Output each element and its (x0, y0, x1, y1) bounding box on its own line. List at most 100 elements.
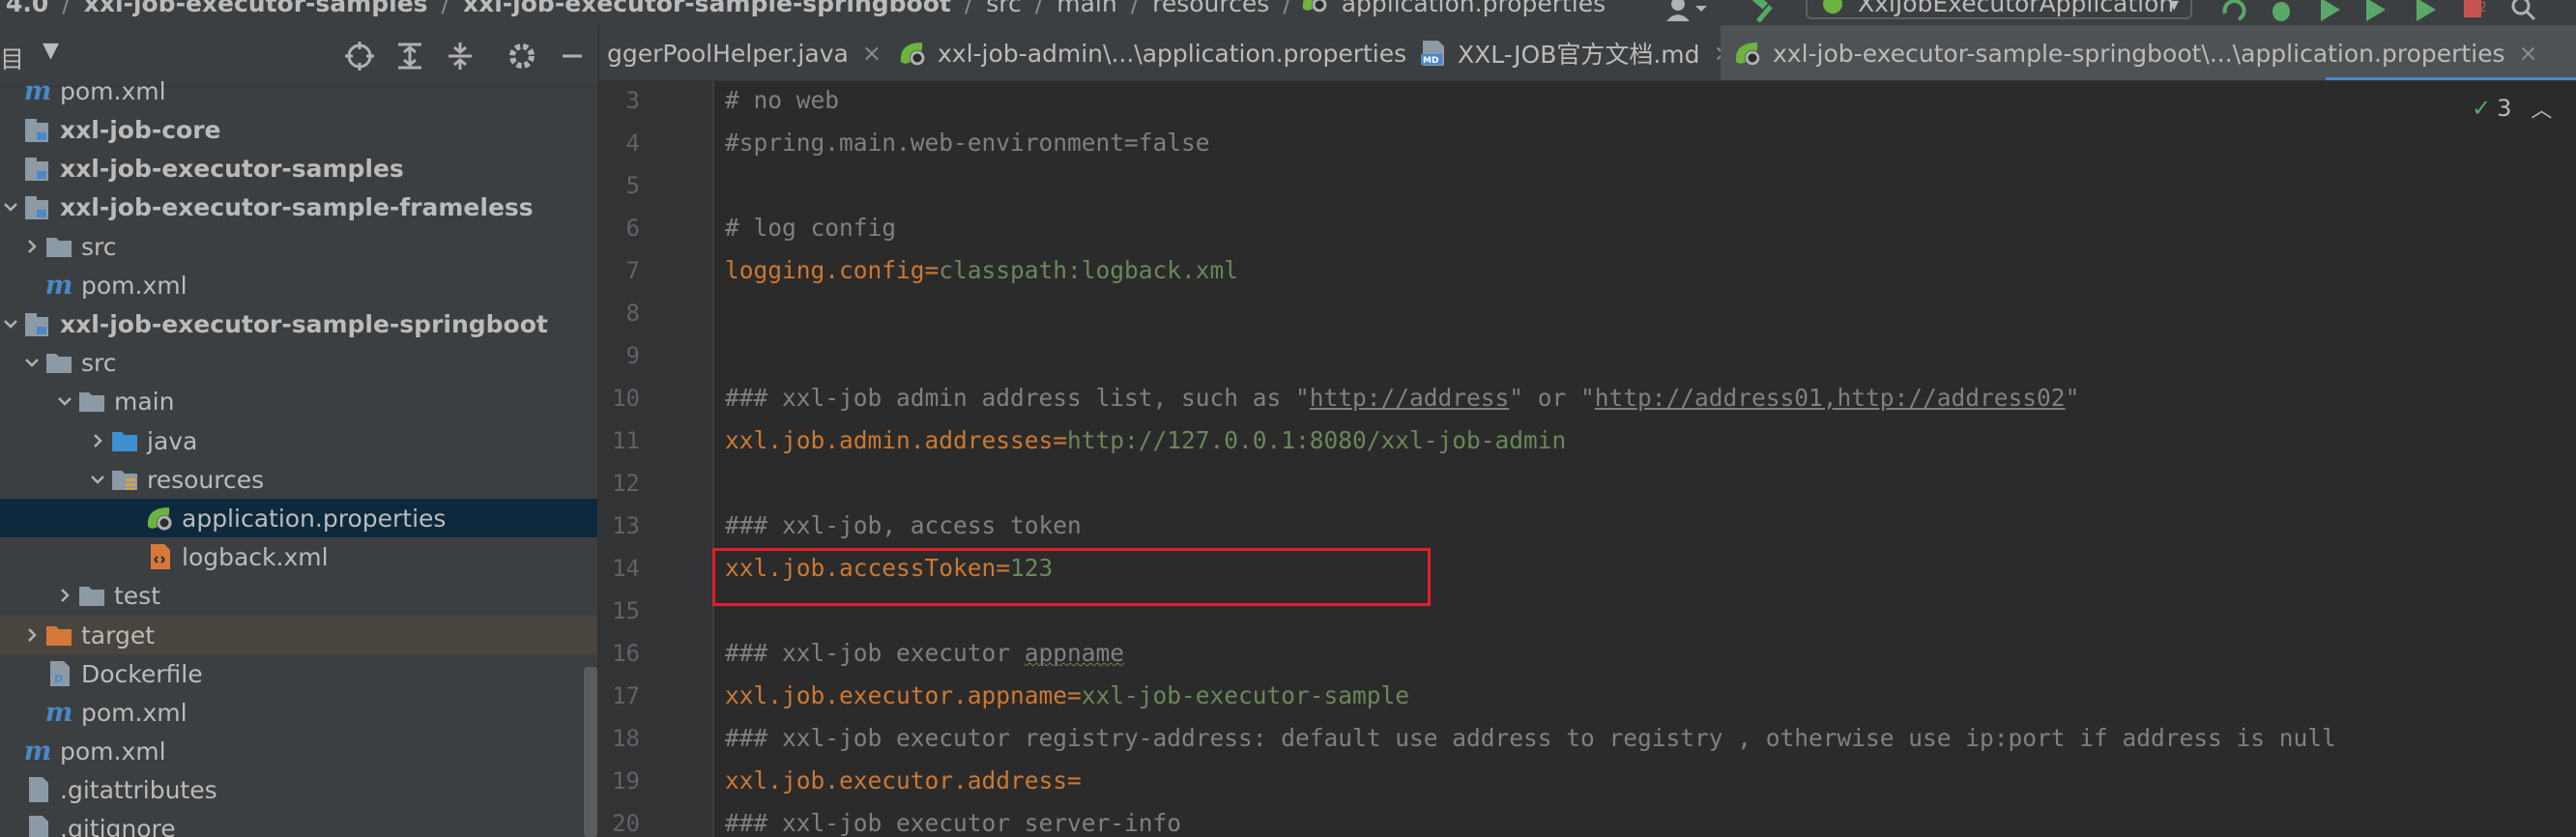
chevron-down-icon[interactable] (87, 460, 108, 499)
excluded-folder-icon (43, 619, 75, 651)
gear-icon[interactable] (505, 39, 539, 73)
chevron-down-icon[interactable] (54, 382, 75, 420)
tree-item-label: pom.xml (60, 76, 166, 105)
tree-scrollbar[interactable] (584, 667, 597, 837)
tree-item-main[interactable]: main (0, 382, 597, 420)
code-line[interactable]: xxl.job.executor.appname=xxl-job-executo… (725, 675, 1409, 717)
editor-tab[interactable]: ggerPoolHelper.java × (607, 25, 887, 80)
code-token: = (1067, 766, 1082, 794)
tree-item-pom-xml[interactable]: m pom.xml (0, 266, 597, 304)
project-tool-window: 目 ▼ m pom.xml xxl-job-core xxl-job-executor… (0, 25, 599, 837)
run-icon[interactable] (2411, 0, 2440, 25)
chevron-down-icon[interactable] (0, 304, 21, 343)
breadcrumb-item[interactable]: 4.0 (0, 0, 54, 17)
chevron-up-icon[interactable]: ︿ (2531, 93, 2552, 124)
maven-icon: m (23, 736, 52, 766)
editor-tab[interactable]: MDXXL-JOB官方文档.md× (1419, 25, 1733, 80)
tree-item-label: pom.xml (60, 736, 166, 765)
code-line[interactable]: ### xxl-job executor registry-address: d… (725, 717, 2336, 760)
rerun-icon[interactable] (2219, 0, 2248, 25)
code-line[interactable]: # log config (725, 207, 896, 249)
chevron-down-icon[interactable] (21, 343, 43, 382)
project-view-title[interactable]: 目 (0, 41, 24, 75)
breadcrumb-item[interactable]: src (980, 0, 1028, 17)
tree-item-gitattributes[interactable]: .gitattributes (0, 770, 597, 809)
run-configuration-selector[interactable]: XxlJobExecutorApplication ▾ (1806, 0, 2192, 19)
tree-item-xxl-job-executor-samples[interactable]: xxl-job-executor-samples (0, 149, 597, 188)
tree-item-pom-xml[interactable]: m pom.xml (0, 693, 597, 732)
tree-item-xxl-job-executor-sample-frameless[interactable]: xxl-job-executor-sample-frameless (0, 188, 597, 226)
build-hammer-icon[interactable] (1750, 0, 1779, 25)
tree-item-application-properties[interactable]: application.properties (0, 499, 597, 537)
tree-item-label: pom.xml (81, 698, 188, 727)
maven-icon: m (44, 697, 73, 728)
run-with-coverage-icon[interactable] (2315, 0, 2344, 25)
tree-item-xxl-job-core[interactable]: xxl-job-core (0, 110, 597, 149)
code-line[interactable]: # no web (725, 81, 839, 122)
debug-icon[interactable] (2267, 0, 2296, 25)
code-line[interactable]: xxl.job.executor.address= (725, 760, 1082, 802)
breadcrumb-item[interactable]: xxl-job-executor-sample-springboot (457, 0, 957, 17)
breadcrumb-item[interactable]: xxl-job-executor-samples (78, 0, 434, 17)
code-line[interactable]: ### xxl-job executor server-info (725, 802, 1181, 837)
chevron-right-icon[interactable] (87, 421, 108, 460)
chevron-down-icon[interactable] (0, 188, 21, 226)
breadcrumb-item[interactable]: application.properties (1336, 0, 1611, 17)
profiler-icon[interactable] (2362, 0, 2391, 25)
tree-item-gitignore[interactable]: .gitignore (0, 809, 597, 837)
spring-properties-icon (1732, 39, 1763, 68)
tree-item-logback-xml[interactable]: logback.xml (0, 537, 597, 576)
tree-item-resources[interactable]: resources (0, 460, 597, 499)
inspection-widget[interactable]: ✓ 3 ︿ (2472, 91, 2552, 126)
breadcrumb-separator: / (1034, 0, 1044, 17)
chevron-right-icon[interactable] (21, 227, 43, 266)
code-line[interactable]: ### xxl-job executor appname (725, 632, 1124, 675)
tree-item-target[interactable]: target (0, 616, 597, 654)
chevron-right-icon[interactable] (54, 576, 75, 615)
maven-icon: m (44, 270, 73, 301)
tree-item-src[interactable]: src (0, 227, 597, 266)
code-editor[interactable]: 3 4 5 6 7 8 9 10 11 12 13 14 15 16 17 18 19 20 # no web #s… (599, 81, 2576, 837)
locate-file-icon[interactable] (342, 39, 377, 73)
code-line[interactable]: xxl.job.admin.addresses=http://127.0.0.1… (725, 419, 1566, 462)
tab-label: xxl-job-admin\...\application.properties (938, 39, 1407, 68)
close-icon[interactable]: × (862, 40, 882, 67)
tree-item-label: xxl-job-executor-sample-frameless (60, 192, 534, 221)
view-mode-dropdown-icon[interactable]: ▼ (43, 39, 59, 63)
code-line[interactable]: #spring.main.web-environment=false (725, 122, 1210, 164)
code-line[interactable]: logging.config=classpath:logback.xml (725, 249, 1238, 292)
editor-tab[interactable]: xxl-job-admin\...\application.properties… (897, 25, 1439, 80)
chevron-right-icon[interactable] (21, 616, 43, 654)
tree-item-dockerfile[interactable]: D Dockerfile (0, 654, 597, 693)
code-token: http://address01,http://address02 (1594, 384, 2066, 412)
editor-tab[interactable]: xxl-job-executor-sample-springboot\...\a… (1721, 25, 2576, 80)
expand-all-icon[interactable] (392, 39, 427, 73)
line-number: 6 (625, 215, 640, 242)
line-number: 5 (625, 172, 640, 199)
close-icon[interactable]: × (2519, 40, 2538, 67)
user-icon[interactable] (1664, 0, 1707, 25)
check-icon: ✓ (2472, 95, 2492, 122)
code-line[interactable]: ### xxl-job admin address list, such as … (725, 377, 2079, 419)
tree-item-src[interactable]: src (0, 343, 597, 382)
tree-item-label: Dockerfile (81, 659, 203, 688)
collapse-all-icon[interactable] (443, 39, 478, 73)
tree-item-xxl-job-executor-sample-springboot[interactable]: xxl-job-executor-sample-springboot (0, 304, 597, 343)
breadcrumb-item[interactable]: main (1051, 0, 1122, 17)
module-icon (21, 113, 54, 146)
code-line[interactable]: ### xxl-job, access token (725, 505, 1082, 547)
tree-item-pom-xml[interactable]: m pom.xml (0, 72, 597, 110)
tree-item-java[interactable]: java (0, 421, 597, 460)
breadcrumb-item[interactable]: resources (1146, 0, 1275, 17)
code-token: http://127.0.0.1:8080/xxl-job-admin (1067, 426, 1567, 454)
hide-panel-icon[interactable] (555, 39, 590, 73)
search-icon[interactable] (2509, 0, 2538, 25)
tree-item-pom-xml[interactable]: m pom.xml (0, 732, 597, 770)
tree-item-test[interactable]: test (0, 576, 597, 615)
svg-text:D: D (54, 673, 63, 685)
